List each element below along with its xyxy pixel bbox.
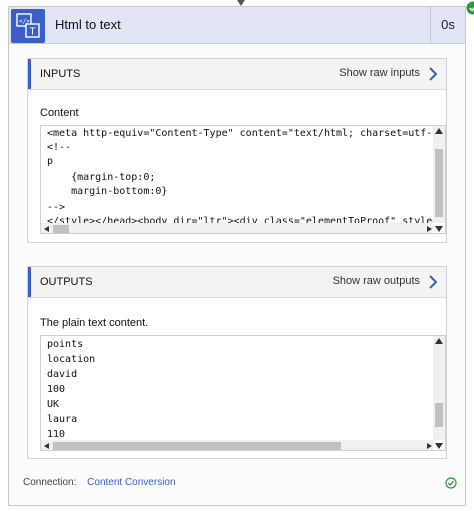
connection-footer: Connection: Content Conversion [23,477,176,488]
output-line: UK [47,399,60,410]
scroll-down-arrow-icon[interactable] [435,443,443,449]
chevron-right-icon[interactable] [428,275,438,289]
plain-text-label: The plain text content. [40,317,149,329]
code-line: <meta http-equiv="Content-Type" content=… [47,128,446,139]
outputs-title: OUTPUTS [40,276,93,288]
outputs-section: OUTPUTS Show raw outputs The plain text … [27,266,447,459]
plain-text-output-box[interactable]: points location david 100 UK laura 110 U… [40,335,446,451]
chevron-right-icon[interactable] [428,67,438,81]
inputs-section: INPUTS Show raw inputs Content <meta htt… [27,58,447,243]
duration-badge: 0s [430,7,465,43]
scroll-up-arrow-icon[interactable] [435,338,443,344]
content-label: Content [40,107,79,119]
scrollbar-thumb[interactable] [435,149,443,217]
section-accent [28,267,31,297]
output-line: 100 [47,384,66,395]
action-card: </> T Html to text 0s INPUTS Show raw in… [8,1,474,506]
code-line: <!-- [47,142,72,153]
inputs-title: INPUTS [40,68,81,80]
section-accent [28,59,31,89]
output-line: location [47,354,96,365]
scroll-left-arrow-icon[interactable] [43,226,51,232]
show-raw-outputs-link[interactable]: Show raw outputs [333,275,420,287]
scrollbar-thumb[interactable] [53,442,341,450]
scroll-left-arrow-icon[interactable] [43,443,51,449]
vertical-scrollbar[interactable] [433,336,445,440]
horizontal-scrollbar[interactable] [41,440,433,450]
connection-label: Connection: [23,477,77,488]
output-line: points [47,339,84,350]
content-textbox[interactable]: <meta http-equiv="Content-Type" content=… [40,125,446,234]
html-to-text-icon: </> T [11,9,45,43]
code-line: p [47,156,54,167]
code-line: {margin-top:0; [47,172,156,183]
output-line: david [47,369,78,380]
outputs-header[interactable]: OUTPUTS Show raw outputs [28,267,446,298]
show-raw-inputs-link[interactable]: Show raw inputs [339,67,420,79]
horizontal-scrollbar[interactable] [41,223,433,233]
action-header[interactable]: </> T Html to text 0s [9,7,465,44]
scroll-down-arrow-icon[interactable] [435,226,443,232]
success-check-icon [466,1,474,15]
scrollbar-thumb[interactable] [53,225,69,233]
scroll-right-arrow-icon[interactable] [425,443,433,449]
scroll-up-arrow-icon[interactable] [435,128,443,134]
action-title: Html to text [55,17,121,32]
inputs-header[interactable]: INPUTS Show raw inputs [28,59,446,90]
connection-link[interactable]: Content Conversion [87,477,175,488]
output-line: laura [47,414,78,425]
scrollbar-thumb[interactable] [435,403,443,427]
code-line: --> [47,202,66,213]
vertical-scrollbar[interactable] [433,126,445,223]
code-line: margin-bottom:0} [47,186,168,197]
success-check-icon [445,477,457,489]
svg-text:T: T [30,27,36,38]
scroll-right-arrow-icon[interactable] [425,226,433,232]
